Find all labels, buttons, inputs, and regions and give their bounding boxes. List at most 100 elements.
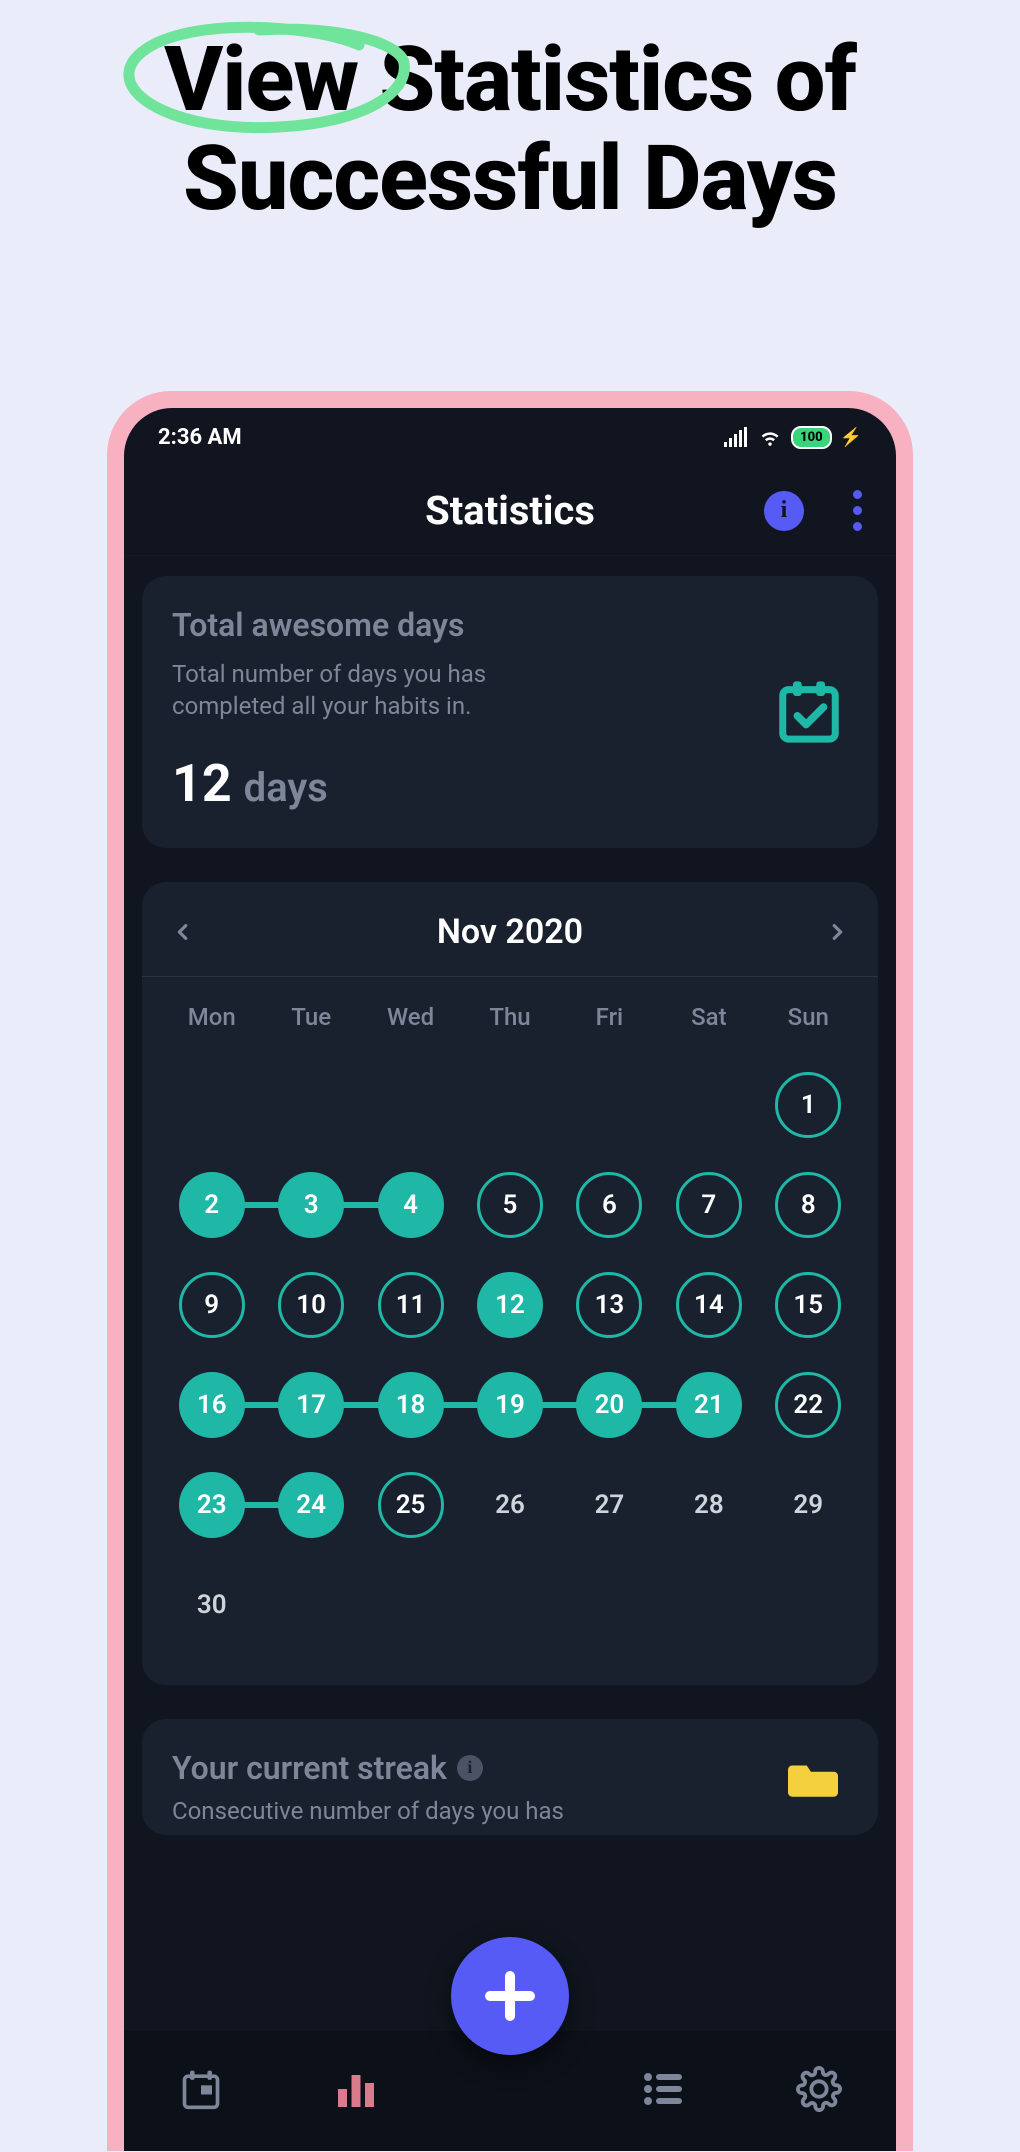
calendar-cell[interactable]: 24 xyxy=(261,1455,360,1555)
calendar-cell[interactable]: 21 xyxy=(659,1355,758,1455)
calendar-day[interactable]: 18 xyxy=(378,1372,444,1438)
next-month-button[interactable] xyxy=(826,913,848,951)
phone-screen: 2:36 AM 100 ⚡ Statistics i Total awesome… xyxy=(124,408,896,2151)
calendar-cell[interactable]: 6 xyxy=(560,1155,659,1255)
calendar-cell[interactable]: 15 xyxy=(759,1255,858,1355)
calendar-day[interactable]: 17 xyxy=(278,1372,344,1438)
calendar-cell[interactable]: 10 xyxy=(261,1255,360,1355)
phone-frame: 2:36 AM 100 ⚡ Statistics i Total awesome… xyxy=(107,391,913,2151)
calendar-day[interactable]: 1 xyxy=(775,1072,841,1138)
calendar-day[interactable]: 27 xyxy=(576,1472,642,1538)
calendar-cell[interactable]: 20 xyxy=(560,1355,659,1455)
calendar-cell[interactable]: 19 xyxy=(460,1355,559,1455)
calendar-cell[interactable]: 26 xyxy=(460,1455,559,1555)
calendar-cell xyxy=(361,1555,460,1655)
calendar-cell[interactable]: 7 xyxy=(659,1155,758,1255)
streak-info-icon[interactable]: i xyxy=(457,1755,483,1781)
calendar-day[interactable]: 11 xyxy=(378,1272,444,1338)
nav-statistics[interactable] xyxy=(332,2065,380,2117)
card-value: 12 days xyxy=(172,753,848,814)
calendar-cell xyxy=(261,1555,360,1655)
calendar-day[interactable]: 28 xyxy=(676,1472,742,1538)
calendar-cell[interactable]: 28 xyxy=(659,1455,758,1555)
calendar-day[interactable]: 13 xyxy=(576,1272,642,1338)
calendar-check-icon xyxy=(774,675,844,749)
calendar-dow: Tue xyxy=(261,1003,360,1031)
calendar-cell[interactable]: 4 xyxy=(361,1155,460,1255)
calendar-day[interactable]: 22 xyxy=(775,1372,841,1438)
calendar-cell[interactable]: 11 xyxy=(361,1255,460,1355)
calendar-day[interactable]: 12 xyxy=(477,1272,543,1338)
calendar-day[interactable]: 23 xyxy=(179,1472,245,1538)
calendar-week: 30 xyxy=(162,1555,858,1655)
calendar-day[interactable]: 8 xyxy=(775,1172,841,1238)
heading-circled-word: View xyxy=(164,30,358,129)
calendar-cell[interactable]: 29 xyxy=(759,1455,858,1555)
calendar-cell[interactable]: 30 xyxy=(162,1555,261,1655)
charging-icon: ⚡ xyxy=(840,427,862,448)
calendar-cell[interactable]: 27 xyxy=(560,1455,659,1555)
calendar-day[interactable]: 14 xyxy=(676,1272,742,1338)
calendar-day[interactable]: 5 xyxy=(477,1172,543,1238)
calendar-cell[interactable]: 18 xyxy=(361,1355,460,1455)
folder-icon xyxy=(788,1759,838,1801)
calendar-day[interactable]: 26 xyxy=(477,1472,543,1538)
calendar-day[interactable]: 30 xyxy=(179,1572,245,1638)
calendar-day[interactable]: 20 xyxy=(576,1372,642,1438)
calendar-cell xyxy=(659,1555,758,1655)
calendar-cell[interactable]: 2 xyxy=(162,1155,261,1255)
calendar-day[interactable]: 16 xyxy=(179,1372,245,1438)
calendar-day[interactable]: 9 xyxy=(179,1272,245,1338)
calendar-cell[interactable]: 17 xyxy=(261,1355,360,1455)
current-streak-card: Your current streak i Consecutive number… xyxy=(142,1719,878,1835)
add-fab[interactable] xyxy=(451,1937,569,2055)
calendar-week: 9 10 11 12 13 14 15 xyxy=(162,1255,858,1355)
calendar-cell[interactable]: 25 xyxy=(361,1455,460,1555)
calendar-dow: Sun xyxy=(759,1003,858,1031)
status-bar: 2:36 AM 100 ⚡ xyxy=(124,408,896,466)
circle-highlight xyxy=(109,15,429,140)
calendar-cell[interactable]: 9 xyxy=(162,1255,261,1355)
calendar-cell[interactable]: 16 xyxy=(162,1355,261,1455)
nav-calendar[interactable] xyxy=(179,2067,223,2115)
calendar-day[interactable]: 29 xyxy=(775,1472,841,1538)
overflow-menu-button[interactable] xyxy=(853,490,862,531)
prev-month-button[interactable] xyxy=(172,913,194,951)
calendar-cell xyxy=(460,1055,559,1155)
calendar-day[interactable]: 25 xyxy=(378,1472,444,1538)
calendar-cell[interactable]: 8 xyxy=(759,1155,858,1255)
calendar-dow-row: MonTueWedThuFriSatSun xyxy=(142,977,878,1055)
calendar-day[interactable]: 4 xyxy=(378,1172,444,1238)
total-awesome-days-card: Total awesome days Total number of days … xyxy=(142,576,878,848)
nav-list[interactable] xyxy=(640,2065,688,2117)
calendar-cell[interactable]: 5 xyxy=(460,1155,559,1255)
gear-icon xyxy=(796,2066,842,2112)
calendar-cell[interactable]: 22 xyxy=(759,1355,858,1455)
streak-subtitle: Consecutive number of days you has xyxy=(172,1797,848,1825)
calendar-day[interactable]: 3 xyxy=(278,1172,344,1238)
calendar-day[interactable]: 6 xyxy=(576,1172,642,1238)
status-time: 2:36 AM xyxy=(158,425,242,450)
calendar-day[interactable]: 24 xyxy=(278,1472,344,1538)
calendar-day[interactable]: 10 xyxy=(278,1272,344,1338)
bar-chart-icon xyxy=(332,2065,380,2113)
calendar-cell[interactable]: 23 xyxy=(162,1455,261,1555)
streak-title-text: Your current streak xyxy=(172,1749,447,1787)
calendar-icon xyxy=(179,2067,223,2111)
calendar-day[interactable]: 2 xyxy=(179,1172,245,1238)
calendar-week: 1 xyxy=(162,1055,858,1155)
calendar-cell xyxy=(361,1055,460,1155)
calendar-day[interactable]: 7 xyxy=(676,1172,742,1238)
calendar-day[interactable]: 21 xyxy=(676,1372,742,1438)
calendar-cell[interactable]: 12 xyxy=(460,1255,559,1355)
calendar-cell[interactable]: 1 xyxy=(759,1055,858,1155)
calendar-week: 23 24 25 26 27 28 29 xyxy=(162,1455,858,1555)
calendar-cell[interactable]: 13 xyxy=(560,1255,659,1355)
calendar-cell[interactable]: 14 xyxy=(659,1255,758,1355)
marketing-heading: View Statistics of Successful Days xyxy=(0,30,1020,228)
nav-settings[interactable] xyxy=(796,2066,842,2116)
calendar-day[interactable]: 19 xyxy=(477,1372,543,1438)
info-button[interactable]: i xyxy=(764,491,804,531)
calendar-day[interactable]: 15 xyxy=(775,1272,841,1338)
calendar-cell[interactable]: 3 xyxy=(261,1155,360,1255)
